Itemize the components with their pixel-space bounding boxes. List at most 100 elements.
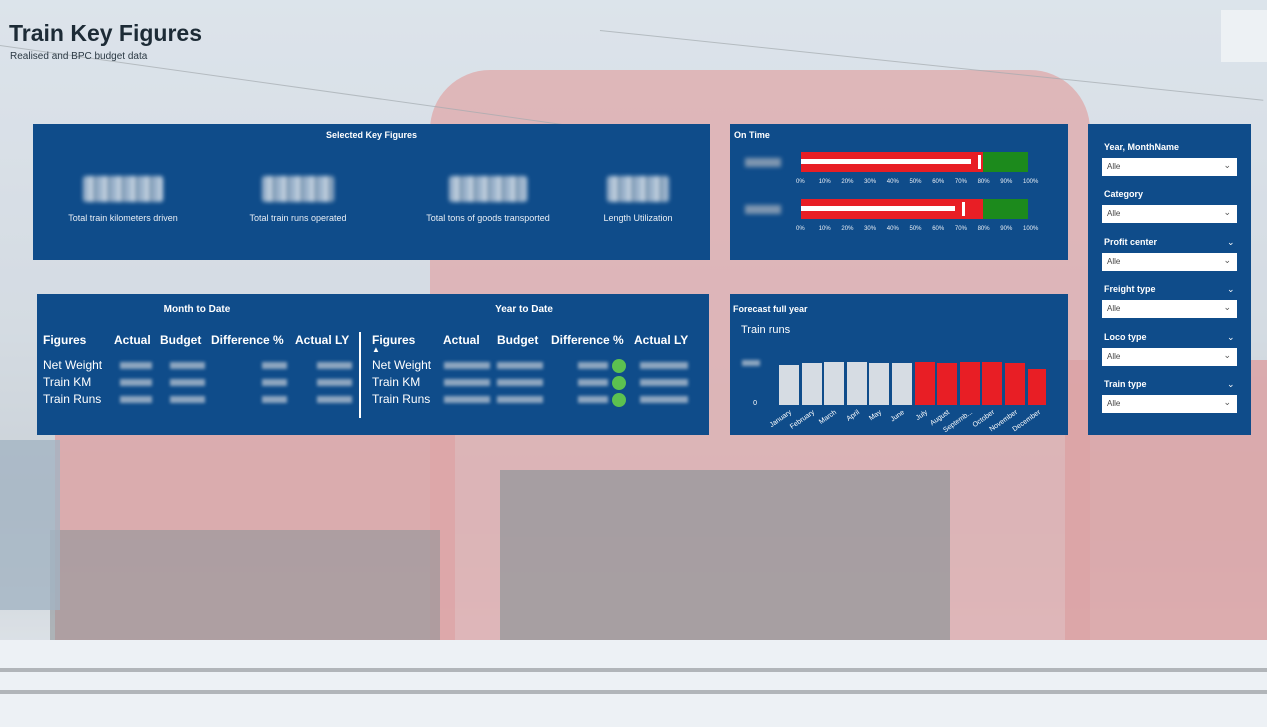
cell-value-redacted — [640, 379, 688, 386]
filter-value: Alle — [1107, 399, 1121, 408]
axis-tick-label: 70% — [954, 226, 967, 232]
bullet-target-marker — [978, 155, 982, 169]
mtd-row-label: Train KM — [43, 375, 92, 389]
kpi-label: Length Utilization — [603, 213, 673, 223]
forecast-bar[interactable] — [846, 362, 867, 405]
ytd-title: Year to Date — [495, 304, 553, 315]
kpi-train-runs[interactable]: Total train runs operated — [238, 176, 358, 223]
forecast-title: Forecast full year — [733, 304, 808, 314]
chevron-down-icon: ⌄ — [1223, 160, 1231, 170]
mtd-row-label: Train Runs — [43, 392, 102, 406]
axis-tick-label: 10% — [818, 226, 831, 232]
forecast-bar[interactable] — [1027, 368, 1046, 405]
axis-tick-label: 0% — [796, 226, 805, 232]
ytd-column-header[interactable]: Actual — [443, 333, 480, 347]
panel-title: Selected Key Figures — [325, 130, 418, 140]
axis-tick-label: 30% — [864, 179, 877, 185]
axis-tick-label: 0% — [796, 179, 805, 185]
forecast-bar[interactable] — [1005, 362, 1025, 405]
bullet-actual-bar[interactable] — [801, 159, 972, 164]
kpi-label: Total train kilometers driven — [68, 213, 178, 223]
chevron-down-icon: ⌄ — [1223, 207, 1231, 218]
mtd-column-header[interactable]: Figures — [43, 333, 86, 347]
bullet-actual-bar[interactable] — [801, 206, 956, 211]
axis-tick-label: 90% — [1000, 179, 1013, 185]
ytd-row-label: Net Weight — [372, 358, 432, 372]
forecast-subtitle: Train runs — [741, 324, 791, 336]
cell-value-redacted — [444, 396, 490, 403]
axis-tick-label: 80% — [977, 179, 990, 185]
chevron-down-icon[interactable]: ⌄ — [1227, 379, 1235, 390]
filter-value: Alle — [1107, 209, 1121, 219]
cell-value-redacted — [170, 379, 205, 386]
forecast-bar[interactable] — [779, 364, 799, 405]
cell-value-redacted — [262, 362, 287, 369]
chevron-down-icon[interactable]: ⌄ — [1227, 332, 1235, 343]
ytd-column-header[interactable]: Difference % — [551, 333, 624, 347]
filter-value: Alle — [1107, 351, 1121, 361]
chevron-down-icon: ⌄ — [1223, 254, 1231, 265]
mtd-column-header[interactable]: Difference % — [211, 333, 284, 347]
sort-ascending-icon[interactable]: ▲ — [372, 345, 380, 354]
on-time-panel: On Time 0% 10% 20% 30% 40% 50% 60% 70% 80% 90% 100… — [730, 124, 1068, 260]
axis-tick-label: 40% — [886, 226, 899, 232]
cell-value-redacted — [170, 362, 205, 369]
filter-dropdown[interactable]: Alle ⌄ — [1102, 205, 1237, 224]
forecast-bar[interactable] — [959, 361, 980, 405]
axis-tick-label: 50% — [909, 226, 922, 232]
chevron-down-icon[interactable]: ⌄ — [1227, 237, 1235, 248]
cell-value-redacted — [444, 362, 490, 369]
filter-dropdown[interactable]: Alle ⌄ — [1102, 158, 1237, 176]
ytd-row-label: Train Runs — [372, 392, 431, 406]
page-title: Train Key Figures — [9, 20, 203, 46]
filter-dropdown[interactable]: Alle ⌄ — [1102, 395, 1237, 413]
kpi-train-km[interactable]: Total train kilometers driven — [63, 176, 183, 223]
cell-value-redacted — [317, 396, 352, 403]
kpi-length-utilization[interactable]: Length Utilization — [588, 176, 688, 223]
kpi-tons[interactable]: Total tons of goods transported — [423, 176, 553, 223]
axis-tick-label: 60% — [932, 179, 945, 185]
axis-zero-label: 0 — [753, 400, 757, 407]
axis-tick-label: 10% — [818, 179, 831, 185]
filter-dropdown[interactable]: Alle ⌄ — [1102, 252, 1237, 271]
axis-tick-label: 70% — [954, 179, 967, 185]
forecast-bar[interactable] — [869, 363, 890, 405]
kpi-value-redacted — [83, 176, 163, 202]
chevron-down-icon: ⌄ — [1223, 302, 1231, 313]
logo-placeholder — [1221, 10, 1267, 62]
ytd-column-header[interactable]: Budget — [497, 333, 538, 347]
kpi-value-redacted — [607, 176, 669, 202]
mtd-column-header[interactable]: Actual LY — [295, 333, 349, 347]
forecast-bar[interactable] — [801, 363, 822, 405]
bullet-label-redacted — [745, 158, 781, 167]
mtd-column-header[interactable]: Budget — [160, 333, 201, 347]
forecast-bar[interactable] — [937, 362, 958, 405]
filter-dropdown[interactable]: Alle ⌄ — [1102, 300, 1237, 319]
cell-value-redacted — [120, 379, 152, 386]
filter-dropdown[interactable]: Alle ⌄ — [1102, 347, 1237, 366]
page-subtitle: Realised and BPC budget data — [10, 51, 148, 62]
bullet-label-redacted — [745, 205, 781, 214]
status-indicator — [612, 376, 626, 390]
ytd-column-header[interactable]: Actual LY — [634, 333, 688, 347]
axis-value-redacted — [742, 360, 760, 366]
cell-value-redacted — [497, 362, 543, 369]
cell-value-redacted — [120, 362, 152, 369]
kpi-label: Total tons of goods transported — [426, 213, 550, 223]
axis-tick-label: 100% — [1023, 179, 1039, 185]
axis-tick-label: 30% — [864, 226, 877, 232]
filter-label: Profit center — [1104, 236, 1158, 247]
chevron-down-icon[interactable]: ⌄ — [1227, 284, 1235, 295]
filter-label: Year, MonthName — [1104, 142, 1180, 152]
cell-value-redacted — [640, 396, 688, 403]
mtd-column-header[interactable]: Actual — [114, 333, 151, 347]
kpi-value-redacted — [262, 176, 334, 202]
forecast-bar[interactable] — [914, 362, 935, 405]
forecast-bar[interactable] — [824, 361, 845, 405]
kpi-label: Total train runs operated — [249, 213, 347, 223]
forecast-bar[interactable] — [982, 362, 1003, 405]
filter-label: Freight type — [1104, 284, 1156, 295]
forecast-bar[interactable] — [892, 362, 912, 405]
filter-label: Loco type — [1104, 331, 1147, 342]
filter-value: Alle — [1107, 162, 1121, 171]
